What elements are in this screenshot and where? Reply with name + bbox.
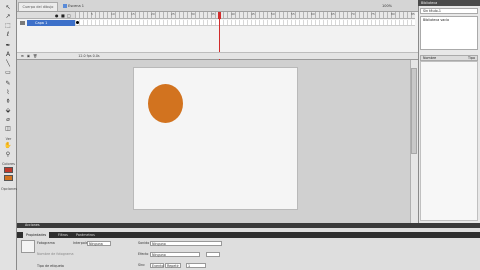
sound-label: Sonido (138, 241, 150, 245)
delete-layer-icon[interactable]: 🗑 (33, 54, 37, 58)
ruler-label: 45 (251, 12, 255, 16)
ruler-label: 50 (271, 12, 275, 16)
options-section-label: Opciones (1, 187, 18, 191)
zoom-tool[interactable]: ⚲ (3, 151, 13, 159)
ruler-label: 30 (191, 12, 195, 16)
ruler-label: 25 (171, 12, 175, 16)
scrollbar-thumb[interactable] (411, 68, 417, 154)
tab-filters[interactable]: Filtros (55, 232, 71, 238)
ruler-label: 15 (131, 12, 135, 16)
tab-parameters[interactable]: Parámetros (73, 232, 98, 238)
name-column[interactable]: Nombre (423, 56, 436, 60)
sync-label: Sinc (138, 263, 145, 267)
frame-icon-box (21, 240, 35, 253)
properties-tabs: Propiedades Filtros Parámetros (17, 232, 480, 238)
layer-header: ● ■ □ (17, 12, 75, 19)
library-title[interactable]: Biblioteca (418, 0, 480, 6)
fill-color-swatch[interactable] (4, 175, 13, 181)
scene-label[interactable]: Escena 1 (68, 4, 84, 8)
tools-panel: ↖ ↗ ⬚ ℓ ✒ A ╲ ▭ ✎ ⌇ ⚱ ⬙ ⌀ ◫ Ver ✋ ⚲ Colores Opciones (0, 0, 17, 270)
tween-select[interactable]: Ninguna (87, 241, 111, 246)
ruler-label: 40 (231, 12, 235, 16)
tab-properties[interactable]: Propiedades (23, 232, 50, 238)
paint-bucket-tool[interactable]: ⬙ (3, 107, 13, 115)
add-layer-icon[interactable]: ⊞ (21, 54, 24, 58)
ruler-label: 80 (391, 12, 395, 16)
eye-icon[interactable]: ● (55, 13, 59, 18)
edit-bar: Escena 1 100% (60, 2, 418, 11)
orange-circle-shape[interactable] (148, 84, 183, 123)
edit-effect-button[interactable] (206, 252, 220, 257)
line-tool[interactable]: ╲ (3, 60, 13, 68)
effect-select[interactable]: Ninguno (150, 252, 200, 257)
library-list (420, 61, 478, 221)
ruler-label: 35 (211, 12, 215, 16)
eyedropper-tool[interactable]: ⌀ (3, 116, 13, 124)
lock-icon[interactable]: ■ (61, 13, 65, 18)
actions-bar[interactable]: Acciones (17, 223, 480, 228)
timeline-footer: ⊞ ▣ 🗑 12.0 fps 0.0s (17, 52, 418, 59)
timeline-status: 12.0 fps 0.0s (78, 54, 100, 58)
pen-tool[interactable]: ✒ (3, 42, 13, 50)
ruler-label: 70 (351, 12, 355, 16)
document-tab[interactable]: Cuerpo del dibujo (18, 2, 58, 11)
ruler-label: 10 (111, 12, 115, 16)
free-transform-tool[interactable]: ⬚ (3, 22, 13, 30)
ink-bottle-tool[interactable]: ⚱ (3, 98, 13, 106)
label-type-label: Tipo de etiqueta (37, 264, 64, 268)
zoom-value[interactable]: 100% (382, 2, 392, 11)
subselection-tool[interactable]: ↗ (3, 13, 13, 21)
selection-tool[interactable]: ↖ (3, 4, 13, 12)
ruler-label: 55 (291, 12, 295, 16)
outline-icon[interactable]: □ (67, 13, 71, 18)
colors-section-label: Colores (1, 162, 16, 166)
ruler-label: 5 (91, 12, 93, 16)
pencil-tool[interactable]: ✎ (3, 80, 13, 88)
ruler-label: 20 (151, 12, 155, 16)
repeat-select[interactable]: Repetir (165, 263, 181, 268)
layer-name: Capa 1 (35, 21, 48, 25)
frame-name-label: Nombre de fotograma (37, 252, 74, 256)
sync-select[interactable]: Evento (150, 263, 164, 268)
scene-icon (63, 4, 67, 8)
keyframe-dot[interactable] (76, 21, 79, 24)
lasso-tool[interactable]: ℓ (3, 31, 13, 39)
brush-tool[interactable]: ⌇ (3, 89, 13, 97)
properties-panel (17, 223, 480, 270)
ruler-label: 85 (411, 12, 415, 16)
effect-label: Efecto (138, 252, 149, 256)
frame-ruler[interactable]: 5 10 15 20 25 30 35 40 45 50 55 60 65 70 75 80 85 (75, 12, 415, 19)
ruler-label: 60 (311, 12, 315, 16)
layer-row[interactable]: Capa 1 (27, 20, 75, 26)
hand-tool[interactable]: ✋ (3, 142, 13, 150)
view-section-label: Ver (5, 137, 12, 141)
rectangle-tool[interactable]: ▭ (3, 69, 13, 77)
library-document-select[interactable]: Sin título-1 (420, 8, 478, 14)
repeat-count[interactable]: 1 (186, 263, 206, 268)
layer-icon (20, 21, 25, 25)
sound-select[interactable]: Ninguno (150, 241, 222, 246)
library-empty-text: Biblioteca vacía (423, 18, 450, 22)
add-folder-icon[interactable]: ▣ (27, 54, 30, 58)
library-preview: Biblioteca vacía (420, 16, 478, 50)
ruler-label: 75 (371, 12, 375, 16)
frame-grid[interactable] (75, 20, 415, 26)
eraser-tool[interactable]: ◫ (3, 125, 13, 133)
ruler-label: 65 (331, 12, 335, 16)
stroke-color-swatch[interactable] (4, 167, 13, 173)
text-tool[interactable]: A (3, 51, 13, 59)
frame-label: Fotograma (37, 241, 55, 245)
